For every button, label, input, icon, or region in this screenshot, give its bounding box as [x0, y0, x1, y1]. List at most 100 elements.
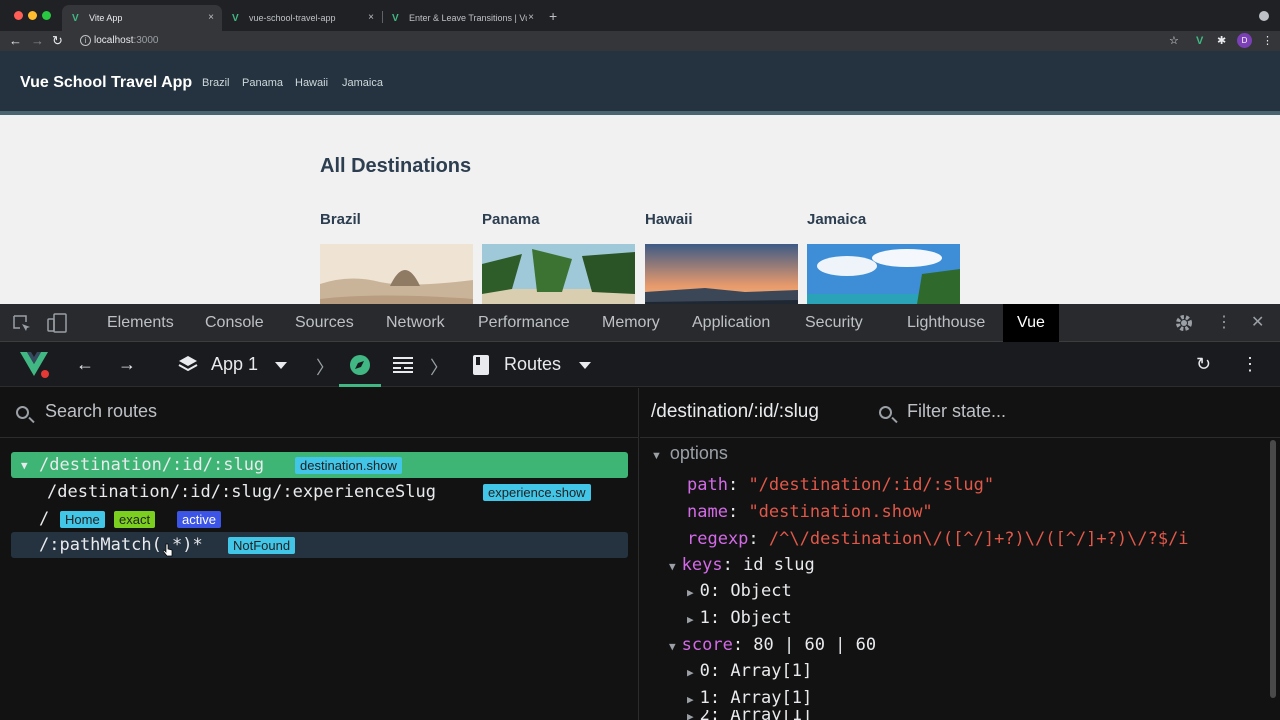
back-arrow-icon[interactable]: ← — [76, 354, 94, 374]
new-tab-button[interactable]: + — [549, 8, 557, 24]
address-bar[interactable]: i localhost:3000 — [68, 32, 1188, 50]
nav-link-panama[interactable]: Panama — [242, 77, 283, 89]
site-info-icon[interactable]: i — [80, 35, 91, 46]
devtools-tab-performance[interactable]: Performance — [478, 314, 570, 332]
state-row-keys-item[interactable]: ▶ 1: Object — [687, 608, 792, 634]
back-button[interactable]: ← — [9, 33, 22, 49]
reload-button[interactable]: ↻ — [52, 33, 63, 49]
close-devtools-icon[interactable]: ✕ — [1251, 314, 1264, 332]
state-key: path — [687, 475, 728, 495]
vue-logo-icon: V — [232, 12, 239, 24]
state-row-path: path: "/destination/:id/:slug" — [687, 475, 995, 495]
devtools-tab-bar: Elements Console Sources Network Perform… — [0, 304, 1280, 342]
expand-arrow-icon: ▶ — [687, 693, 694, 706]
destination-image-panama[interactable] — [482, 244, 635, 304]
destination-name: Brazil — [320, 211, 361, 228]
more-options-icon[interactable]: ⋮ — [1241, 354, 1259, 374]
browser-tab-vue-docs[interactable]: V Enter & Leave Transitions | Vue × — [382, 5, 542, 31]
settings-gear-icon[interactable] — [1174, 313, 1194, 333]
devtools-menu-icon[interactable]: ⋮ — [1216, 314, 1232, 332]
devtools-tab-network[interactable]: Network — [386, 314, 445, 332]
destination-image-brazil[interactable] — [320, 244, 473, 304]
app-selector-label[interactable]: App 1 — [211, 354, 258, 375]
vue-devtools-extension-icon[interactable]: V — [1196, 35, 1203, 47]
book-icon — [473, 355, 489, 375]
devtools-tab-lighthouse[interactable]: Lighthouse — [907, 314, 985, 332]
minimize-window-button[interactable] — [28, 11, 37, 20]
state-key: keys — [681, 555, 723, 575]
section-selector-dropdown-icon[interactable] — [579, 362, 591, 369]
destination-name: Panama — [482, 211, 540, 228]
state-item: 2: Array[1] — [699, 710, 813, 720]
profile-avatar[interactable]: D — [1237, 33, 1252, 48]
route-state-pane: /destination/:id/:slug ▼ options path: "/… — [640, 388, 1280, 720]
route-path: /destination/:id/:slug/:experienceSlug — [47, 482, 436, 502]
app-selector-dropdown-icon[interactable] — [275, 362, 287, 369]
nav-link-hawaii[interactable]: Hawaii — [295, 77, 328, 89]
routes-tab-button[interactable] — [339, 342, 381, 387]
destination-image-hawaii[interactable] — [645, 244, 798, 304]
device-toolbar-icon[interactable] — [46, 313, 68, 333]
forward-arrow-icon[interactable]: → — [118, 354, 136, 374]
refresh-icon[interactable]: ↻ — [1196, 354, 1211, 374]
close-tab-icon[interactable]: × — [368, 12, 374, 23]
browser-tab-vite-app[interactable]: V Vite App × — [62, 5, 222, 31]
devtools-tab-security[interactable]: Security — [805, 314, 863, 332]
destination-image-jamaica[interactable] — [807, 244, 960, 304]
route-row[interactable]: / Home exact active — [11, 506, 628, 532]
maximize-window-button[interactable] — [42, 11, 51, 20]
bookmark-star-icon[interactable]: ☆ — [1169, 35, 1179, 47]
section-selector-label[interactable]: Routes — [504, 354, 561, 375]
destination-card-panama[interactable]: Panama — [482, 211, 635, 304]
state-row-score-item[interactable]: ▶ 0: Array[1] — [687, 661, 812, 687]
close-tab-icon[interactable]: × — [528, 12, 534, 23]
destination-card-brazil[interactable]: Brazil — [320, 211, 473, 304]
breadcrumb-chevron-icon: 〉 — [316, 358, 334, 378]
selected-route-title: /destination/:id/:slug — [651, 401, 819, 422]
timeline-icon[interactable] — [393, 357, 413, 373]
extensions-puzzle-icon[interactable]: ✱ — [1217, 35, 1226, 47]
filter-search-icon — [879, 406, 892, 419]
devtools-tab-application[interactable]: Application — [692, 314, 770, 332]
forward-button[interactable]: → — [31, 33, 44, 49]
mouse-pointer-icon — [163, 543, 173, 557]
devtools-tab-vue[interactable]: Vue — [1003, 304, 1059, 342]
vue-logo-icon — [20, 352, 49, 378]
destination-card-hawaii[interactable]: Hawaii — [645, 211, 798, 304]
url-host: localhost — [94, 35, 134, 46]
devtools-tab-console[interactable]: Console — [205, 314, 264, 332]
state-row-keys-item[interactable]: ▶ 0: Object — [687, 581, 792, 607]
section-label: options — [669, 443, 728, 463]
state-row-score[interactable]: ▼ score: 80 | 60 | 60 — [669, 635, 876, 661]
state-pane-scrollbar[interactable] — [1270, 440, 1276, 698]
inspect-element-icon[interactable] — [12, 314, 32, 334]
search-routes-bar — [0, 388, 639, 438]
state-value: /^\/destination\/([^/]+?)\/([^/]+?)\/?$/… — [768, 529, 1189, 549]
exact-badge: exact — [114, 511, 156, 528]
state-header: /destination/:id/:slug — [640, 388, 1280, 438]
nav-link-jamaica[interactable]: Jamaica — [342, 77, 383, 89]
devtools-tab-sources[interactable]: Sources — [295, 314, 354, 332]
close-window-button[interactable] — [14, 11, 23, 20]
browser-menu-icon[interactable]: ⋮ — [1262, 35, 1273, 47]
nav-link-brazil[interactable]: Brazil — [202, 77, 230, 89]
close-tab-icon[interactable]: × — [208, 12, 214, 23]
route-row[interactable]: /destination/:id/:slug/:experienceSlug e… — [11, 479, 628, 505]
options-section-header[interactable]: ▼ options — [651, 443, 728, 469]
filter-state-input[interactable] — [907, 401, 1247, 422]
browser-tab-vue-school-travel-app[interactable]: V vue-school-travel-app × — [222, 5, 382, 31]
devtools-tab-memory[interactable]: Memory — [602, 314, 660, 332]
collapse-arrow-icon[interactable]: ▼ — [21, 459, 28, 472]
state-row-keys[interactable]: ▼ keys: id slug — [669, 555, 815, 581]
devtools-tab-elements[interactable]: Elements — [107, 314, 174, 332]
vue-logo-icon: V — [392, 12, 399, 24]
route-row-hovered[interactable]: /:pathMatch(.*)* NotFound — [11, 532, 628, 558]
destination-name: Jamaica — [807, 211, 867, 228]
route-row-selected[interactable]: ▼ /destination/:id/:slug destination.sho… — [11, 452, 628, 478]
search-routes-input[interactable] — [45, 401, 605, 422]
destination-card-jamaica[interactable]: Jamaica — [807, 211, 960, 304]
breadcrumb-chevron-icon: 〉 — [430, 358, 448, 378]
site-brand-link[interactable]: Vue School Travel App — [20, 74, 192, 92]
state-row-score-item[interactable]: ▶ 2: Array[1] — [687, 710, 812, 720]
tab-search-icon[interactable] — [1259, 11, 1269, 21]
